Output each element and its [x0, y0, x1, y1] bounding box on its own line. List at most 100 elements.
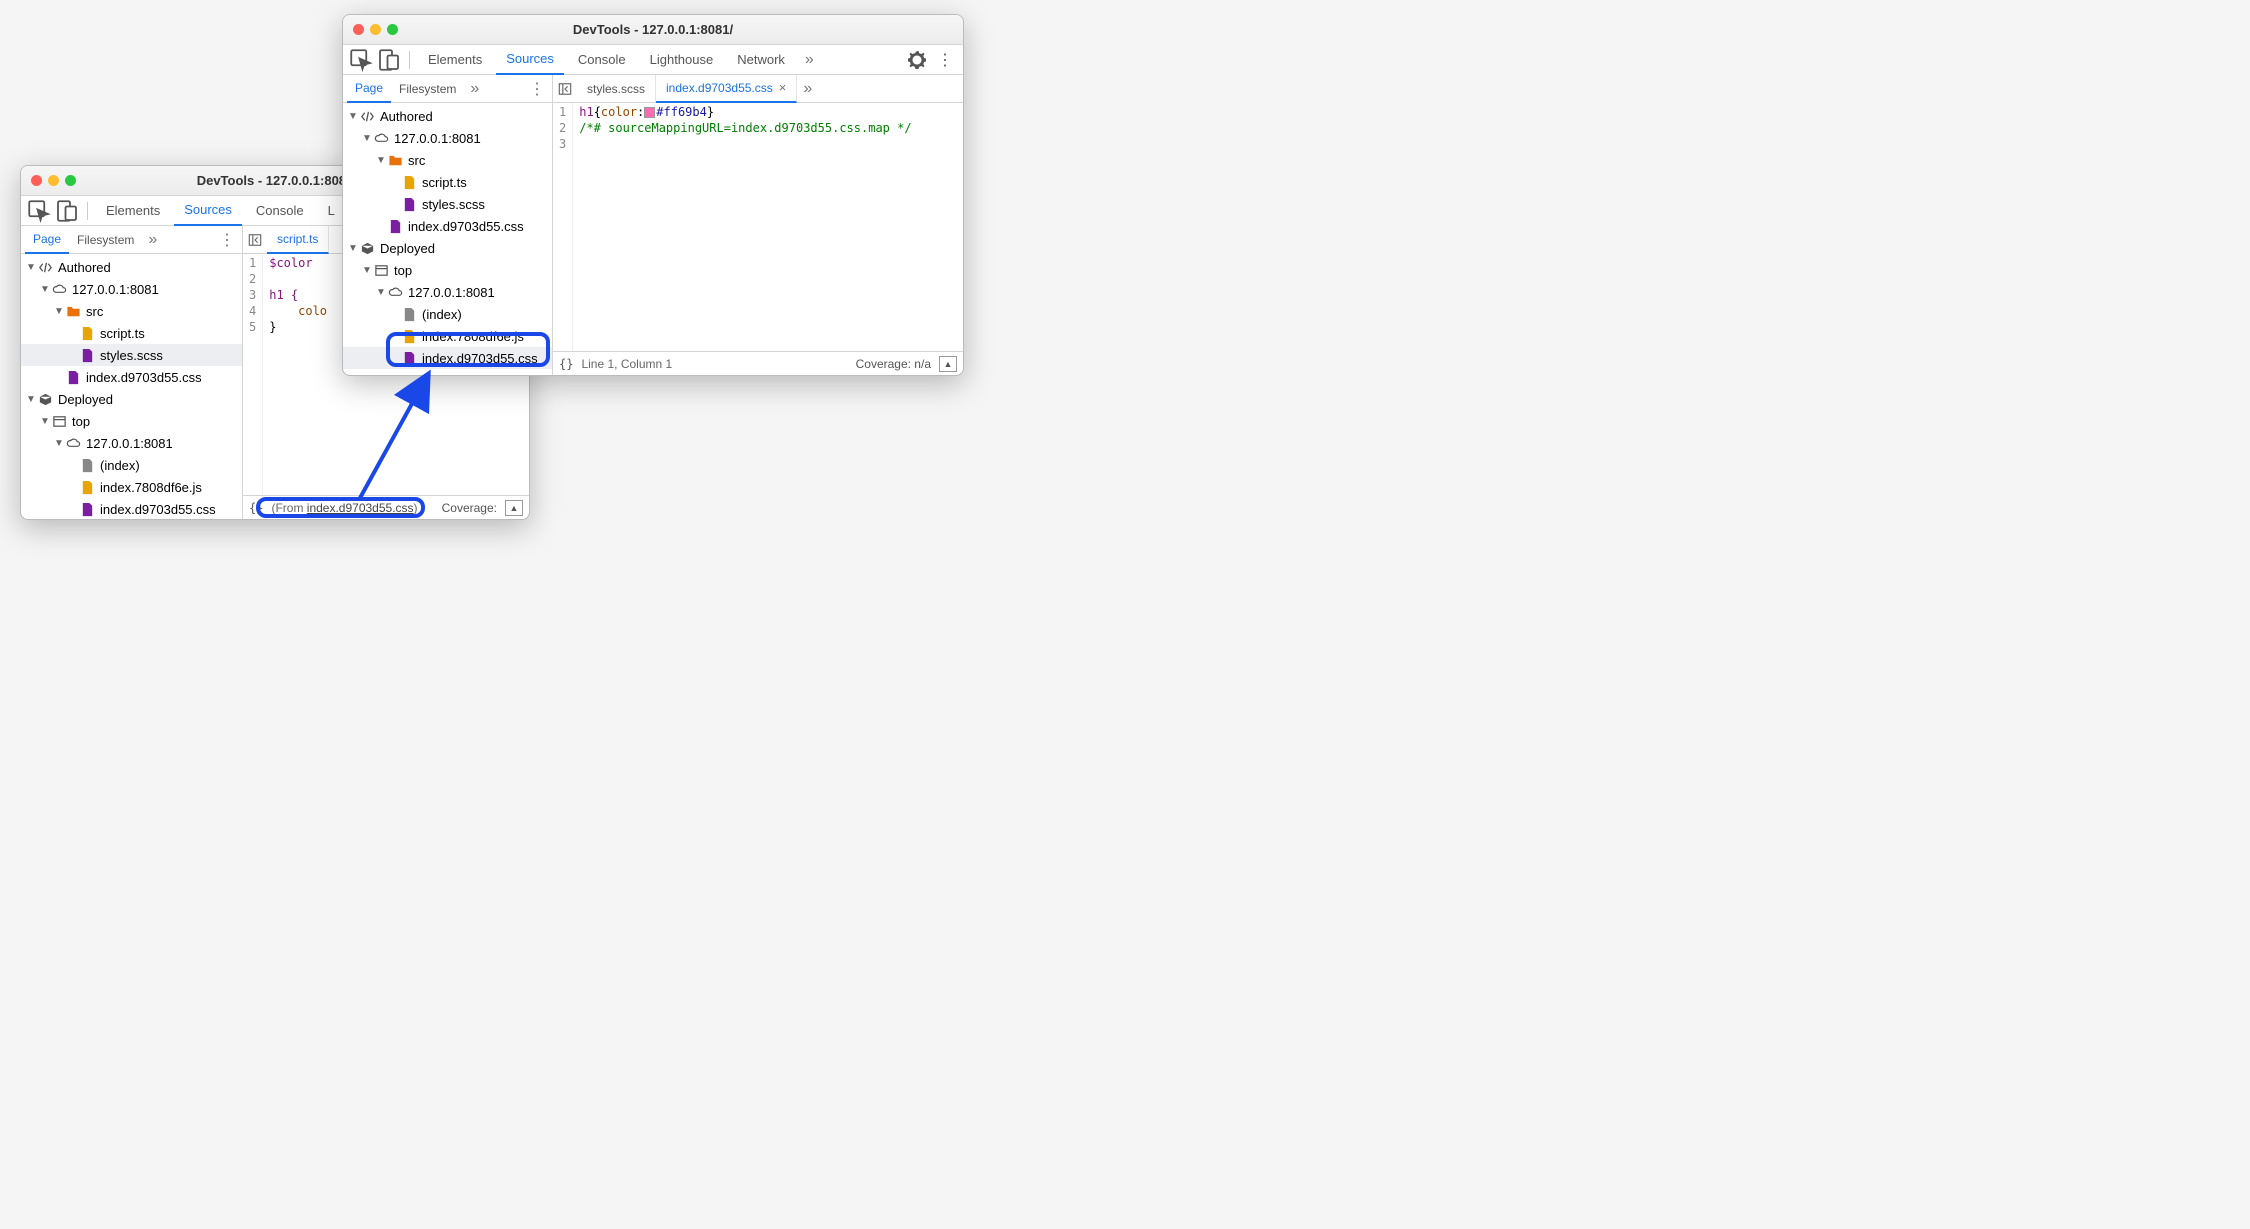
tree-index-css2[interactable]: index.d9703d55.css	[21, 498, 242, 519]
tree-index[interactable]: (index)	[343, 303, 552, 325]
js-file-icon	[79, 325, 95, 341]
tab-elements[interactable]: Elements	[96, 196, 170, 226]
tab-sources[interactable]: Sources	[174, 196, 242, 226]
close-tab-icon[interactable]: ×	[779, 80, 787, 95]
tab-console[interactable]: Console	[568, 45, 636, 75]
editor-tab-script[interactable]: script.ts	[267, 226, 329, 254]
tab-sources[interactable]: Sources	[496, 45, 564, 75]
status-from: (From index.d9703d55.css)	[271, 501, 417, 515]
tab-console[interactable]: Console	[246, 196, 314, 226]
kebab-menu-icon[interactable]: ⋮	[216, 230, 238, 250]
source: $color h1 { colo }	[263, 254, 333, 495]
tree-top[interactable]: ▼top	[343, 259, 552, 281]
js-file-icon	[401, 174, 417, 190]
nav-back-icon[interactable]	[243, 228, 267, 252]
close-button[interactable]	[353, 24, 364, 35]
kebab-menu-icon[interactable]: ⋮	[933, 49, 957, 71]
sidebar-tab-page[interactable]: Page	[25, 226, 69, 254]
source-map-link[interactable]: index.d9703d55.css	[307, 501, 414, 515]
file-tree: ▼Authored ▼127.0.0.1:8081 ▼src script.ts…	[343, 103, 552, 375]
tree-index-css2[interactable]: index.d9703d55.css	[343, 347, 552, 369]
titlebar: DevTools - 127.0.0.1:8081/	[343, 15, 963, 45]
gear-icon[interactable]	[905, 49, 929, 71]
device-icon[interactable]	[55, 200, 79, 222]
tree-authored[interactable]: ▼Authored	[21, 256, 242, 278]
coverage-label: Coverage: n/a	[856, 357, 931, 371]
tree-index[interactable]: (index)	[21, 454, 242, 476]
color-swatch[interactable]	[644, 107, 655, 118]
css-file-icon	[79, 501, 95, 517]
sidebar-tabs: Page Filesystem » ⋮	[21, 226, 242, 254]
editor-tab-indexcss[interactable]: index.d9703d55.css×	[656, 75, 797, 103]
tree-host[interactable]: ▼127.0.0.1:8081	[343, 127, 552, 149]
gutter: 12345	[243, 254, 263, 495]
sidebar: Page Filesystem » ⋮ ▼Authored ▼127.0.0.1…	[21, 226, 243, 519]
drawer-toggle-icon[interactable]: ▲	[939, 356, 957, 372]
more-tabs-icon[interactable]: »	[464, 80, 485, 98]
inspect-icon[interactable]	[349, 49, 373, 71]
more-tabs-icon[interactable]: »	[797, 80, 818, 98]
maximize-button[interactable]	[387, 24, 398, 35]
status-bar: {} (From index.d9703d55.css) Coverage: ▲	[243, 495, 529, 519]
source: h1{color:#ff69b4} /*# sourceMappingURL=i…	[573, 103, 917, 351]
tree-styles-scss[interactable]: styles.scss	[21, 344, 242, 366]
css-file-icon	[79, 347, 95, 363]
tree-deployed[interactable]: ▼Deployed	[343, 237, 552, 259]
tree-deployed[interactable]: ▼Deployed	[21, 388, 242, 410]
traffic-lights	[353, 24, 398, 35]
maximize-button[interactable]	[65, 175, 76, 186]
gutter: 123	[553, 103, 573, 351]
frame-icon	[373, 262, 389, 278]
tree-script-ts[interactable]: script.ts	[343, 171, 552, 193]
tree-top[interactable]: ▼top	[21, 410, 242, 432]
pretty-print-icon[interactable]: {}	[559, 357, 573, 371]
close-button[interactable]	[31, 175, 42, 186]
css-file-icon	[65, 369, 81, 385]
editor: styles.scss index.d9703d55.css× » 123 h1…	[553, 75, 963, 375]
frame-icon	[51, 413, 67, 429]
tree-src[interactable]: ▼src	[21, 300, 242, 322]
tree-styles-scss[interactable]: styles.scss	[343, 193, 552, 215]
tab-network[interactable]: Network	[727, 45, 795, 75]
tab-elements[interactable]: Elements	[418, 45, 492, 75]
minimize-button[interactable]	[370, 24, 381, 35]
css-file-icon	[401, 196, 417, 212]
tree-index-js[interactable]: index.7808df6e.js	[343, 325, 552, 347]
more-tabs-icon[interactable]: »	[142, 231, 163, 249]
separator	[87, 202, 88, 220]
pretty-print-icon[interactable]: {}	[249, 501, 263, 515]
js-file-icon	[401, 328, 417, 344]
tree-index-css[interactable]: index.d9703d55.css	[21, 366, 242, 388]
cloud-icon	[387, 284, 403, 300]
js-file-icon	[79, 479, 95, 495]
tree-host2[interactable]: ▼127.0.0.1:8081	[21, 432, 242, 454]
tree-index-css[interactable]: index.d9703d55.css	[343, 215, 552, 237]
main-toolbar: Elements Sources Console Lighthouse Netw…	[343, 45, 963, 75]
code-area[interactable]: 123 h1{color:#ff69b4} /*# sourceMappingU…	[553, 103, 963, 351]
tab-more[interactable]: L	[318, 196, 345, 226]
inspect-icon[interactable]	[27, 200, 51, 222]
tree-script-ts[interactable]: script.ts	[21, 322, 242, 344]
more-tabs-icon[interactable]: »	[799, 51, 820, 69]
tab-lighthouse[interactable]: Lighthouse	[640, 45, 724, 75]
sidebar-tab-page[interactable]: Page	[347, 75, 391, 103]
cloud-icon	[51, 281, 67, 297]
tree-authored[interactable]: ▼Authored	[343, 105, 552, 127]
nav-back-icon[interactable]	[553, 77, 577, 101]
box-icon	[37, 391, 53, 407]
drawer-toggle-icon[interactable]: ▲	[505, 500, 523, 516]
editor-tab-styles[interactable]: styles.scss	[577, 75, 656, 103]
tree-src[interactable]: ▼src	[343, 149, 552, 171]
tree-index-js[interactable]: index.7808df6e.js	[21, 476, 242, 498]
file-icon	[401, 306, 417, 322]
minimize-button[interactable]	[48, 175, 59, 186]
sidebar-tab-filesystem[interactable]: Filesystem	[391, 75, 464, 103]
code-icon	[359, 108, 375, 124]
tree-host[interactable]: ▼127.0.0.1:8081	[21, 278, 242, 300]
device-icon[interactable]	[377, 49, 401, 71]
status-bar: {} Line 1, Column 1 Coverage: n/a ▲	[553, 351, 963, 375]
tree-host2[interactable]: ▼127.0.0.1:8081	[343, 281, 552, 303]
devtools-window-front: DevTools - 127.0.0.1:8081/ Elements Sour…	[342, 14, 964, 376]
sidebar-tab-filesystem[interactable]: Filesystem	[69, 226, 142, 254]
kebab-menu-icon[interactable]: ⋮	[526, 79, 548, 99]
